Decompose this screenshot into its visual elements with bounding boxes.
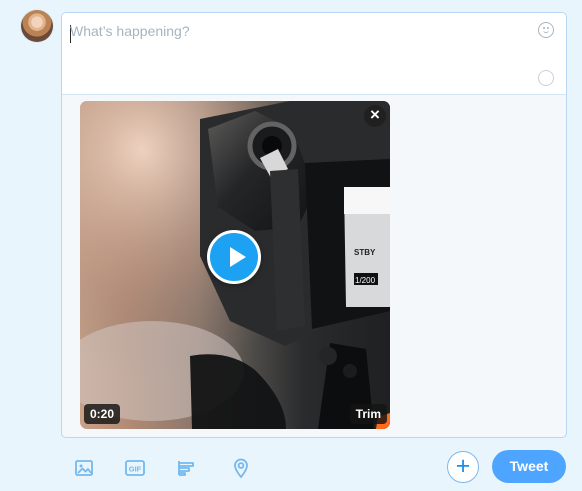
emoji-icon[interactable] [538, 22, 554, 38]
image-icon [75, 460, 93, 476]
add-tweet-button[interactable]: + [447, 451, 479, 483]
video-preview[interactable]: 1/200 STBY × 0:20 Trim [80, 101, 390, 429]
video-duration: 0:20 [84, 404, 121, 424]
trim-button[interactable]: Trim [349, 404, 387, 424]
play-button[interactable] [207, 230, 261, 284]
media-button[interactable] [72, 456, 96, 480]
tweet-composer[interactable]: What’s happening? 1/200 STBY × 0:20 Trim [61, 12, 567, 438]
gif-button[interactable]: GIF [123, 456, 147, 480]
svg-text:1/200: 1/200 [355, 276, 376, 285]
remove-media-button[interactable]: × [364, 105, 386, 127]
user-avatar[interactable] [21, 10, 53, 42]
plus-icon: + [455, 452, 471, 480]
location-icon [234, 458, 248, 478]
svg-text:STBY: STBY [354, 248, 376, 257]
gif-icon: GIF [125, 460, 145, 476]
location-button[interactable] [229, 456, 253, 480]
tweet-button[interactable]: Tweet [492, 450, 566, 483]
tweet-input-placeholder: What’s happening? [70, 23, 190, 39]
tweet-text-area[interactable]: What’s happening? [62, 13, 566, 95]
svg-text:GIF: GIF [129, 465, 142, 474]
character-counter-icon [538, 70, 554, 86]
poll-icon [178, 461, 194, 476]
close-icon: × [370, 105, 380, 124]
poll-button[interactable] [176, 456, 200, 480]
